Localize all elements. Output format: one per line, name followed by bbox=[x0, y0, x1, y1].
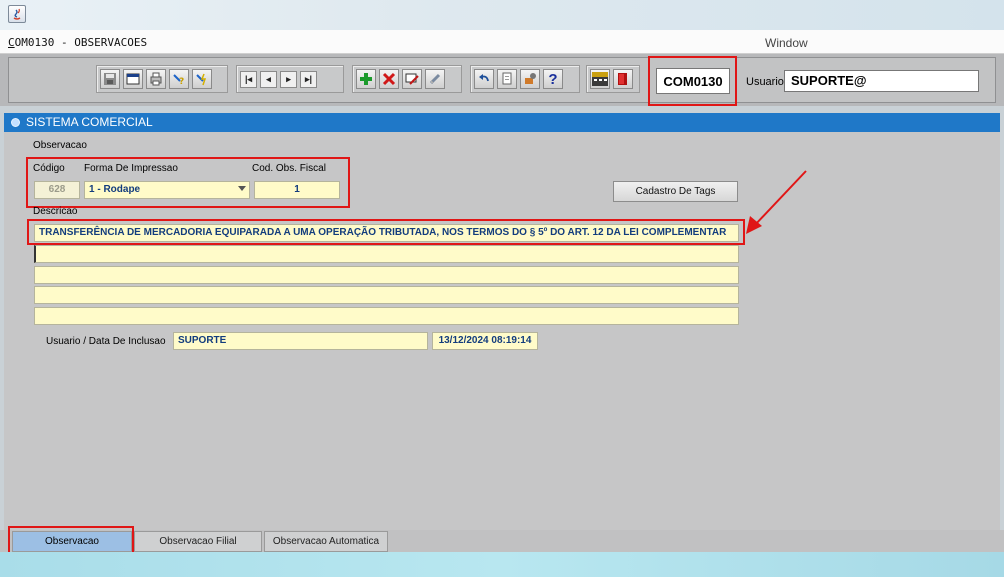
descricao-line-2[interactable] bbox=[34, 245, 739, 263]
window-title-mnemonic: C bbox=[8, 36, 15, 49]
edit-record-icon[interactable] bbox=[402, 69, 422, 89]
tab-observacao-filial[interactable]: Observacao Filial bbox=[134, 531, 262, 552]
copy-icon[interactable] bbox=[497, 69, 517, 89]
descricao-highlight bbox=[27, 219, 745, 245]
usuario-inclusao-field[interactable]: SUPORTE bbox=[173, 332, 428, 350]
previous-record-icon[interactable]: ◂ bbox=[260, 70, 277, 88]
window-title-text: OM0130 - OBSERVACOES bbox=[14, 36, 148, 49]
first-record-glyph: |◂ bbox=[244, 73, 253, 84]
bottom-decoration bbox=[0, 552, 1004, 577]
annotation-arrow-icon bbox=[746, 170, 807, 234]
descricao-line-5[interactable] bbox=[34, 307, 739, 325]
window-icon[interactable] bbox=[123, 69, 143, 89]
descricao-label: Descricao bbox=[33, 206, 78, 217]
next-record-glyph: ▸ bbox=[286, 73, 291, 84]
execute-query-icon[interactable] bbox=[192, 69, 212, 89]
first-record-icon[interactable]: |◂ bbox=[240, 70, 257, 88]
query-icon[interactable]: ? bbox=[169, 69, 189, 89]
section-header: SISTEMA COMERCIAL bbox=[4, 113, 1000, 132]
help-icon[interactable]: ? bbox=[543, 69, 563, 89]
section-icon bbox=[11, 118, 20, 127]
toolbar-group-records bbox=[352, 65, 462, 93]
toolbar-group-navigation: |◂ ◂ ▸ ▸| bbox=[236, 65, 344, 93]
last-record-icon[interactable]: ▸| bbox=[300, 70, 317, 88]
group-label: Observacao bbox=[33, 140, 87, 151]
calendar-icon[interactable] bbox=[590, 69, 610, 89]
usuario-label: Usuario bbox=[746, 76, 784, 88]
tools-icon[interactable] bbox=[520, 69, 540, 89]
java-app-icon[interactable] bbox=[8, 5, 26, 23]
usuario-field[interactable]: SUPORTE@ bbox=[784, 70, 979, 92]
clear-icon[interactable] bbox=[425, 69, 445, 89]
tab-observacao-automatica[interactable]: Observacao Automatica bbox=[264, 531, 388, 552]
toolbar-group-misc bbox=[586, 65, 640, 93]
save-icon[interactable] bbox=[100, 69, 120, 89]
exit-icon[interactable] bbox=[613, 69, 633, 89]
usuario-data-inclusao-label: Usuario / Data De Inclusao bbox=[46, 336, 166, 347]
window-menu[interactable]: Window bbox=[765, 36, 808, 50]
window-title-bar: COM0130 - OBSERVACOES Window bbox=[0, 30, 1004, 54]
svg-text:?: ? bbox=[179, 77, 184, 86]
help-glyph: ? bbox=[548, 70, 558, 88]
last-record-glyph: ▸| bbox=[304, 73, 313, 84]
delete-record-icon[interactable] bbox=[379, 69, 399, 89]
screen-code-field[interactable]: COM0130 bbox=[656, 68, 730, 94]
active-tab-highlight bbox=[8, 526, 134, 555]
next-record-icon[interactable]: ▸ bbox=[280, 70, 297, 88]
descricao-line-4[interactable] bbox=[34, 286, 739, 304]
header-fields-highlight bbox=[26, 157, 350, 208]
undo-icon[interactable] bbox=[474, 69, 494, 89]
top-strip bbox=[0, 0, 1004, 30]
toolbar-group-file: ? bbox=[96, 65, 228, 93]
section-title: SISTEMA COMERCIAL bbox=[26, 115, 153, 129]
print-icon[interactable] bbox=[146, 69, 166, 89]
insert-record-icon[interactable] bbox=[356, 69, 376, 89]
cadastro-de-tags-button[interactable]: Cadastro De Tags bbox=[613, 181, 738, 202]
toolbar-group-tools: ? bbox=[470, 65, 580, 93]
descricao-line-3[interactable] bbox=[34, 266, 739, 284]
window-title: COM0130 - OBSERVACOES bbox=[8, 36, 147, 49]
data-inclusao-field[interactable]: 13/12/2024 08:19:14 bbox=[432, 332, 538, 350]
previous-record-glyph: ◂ bbox=[266, 73, 271, 84]
